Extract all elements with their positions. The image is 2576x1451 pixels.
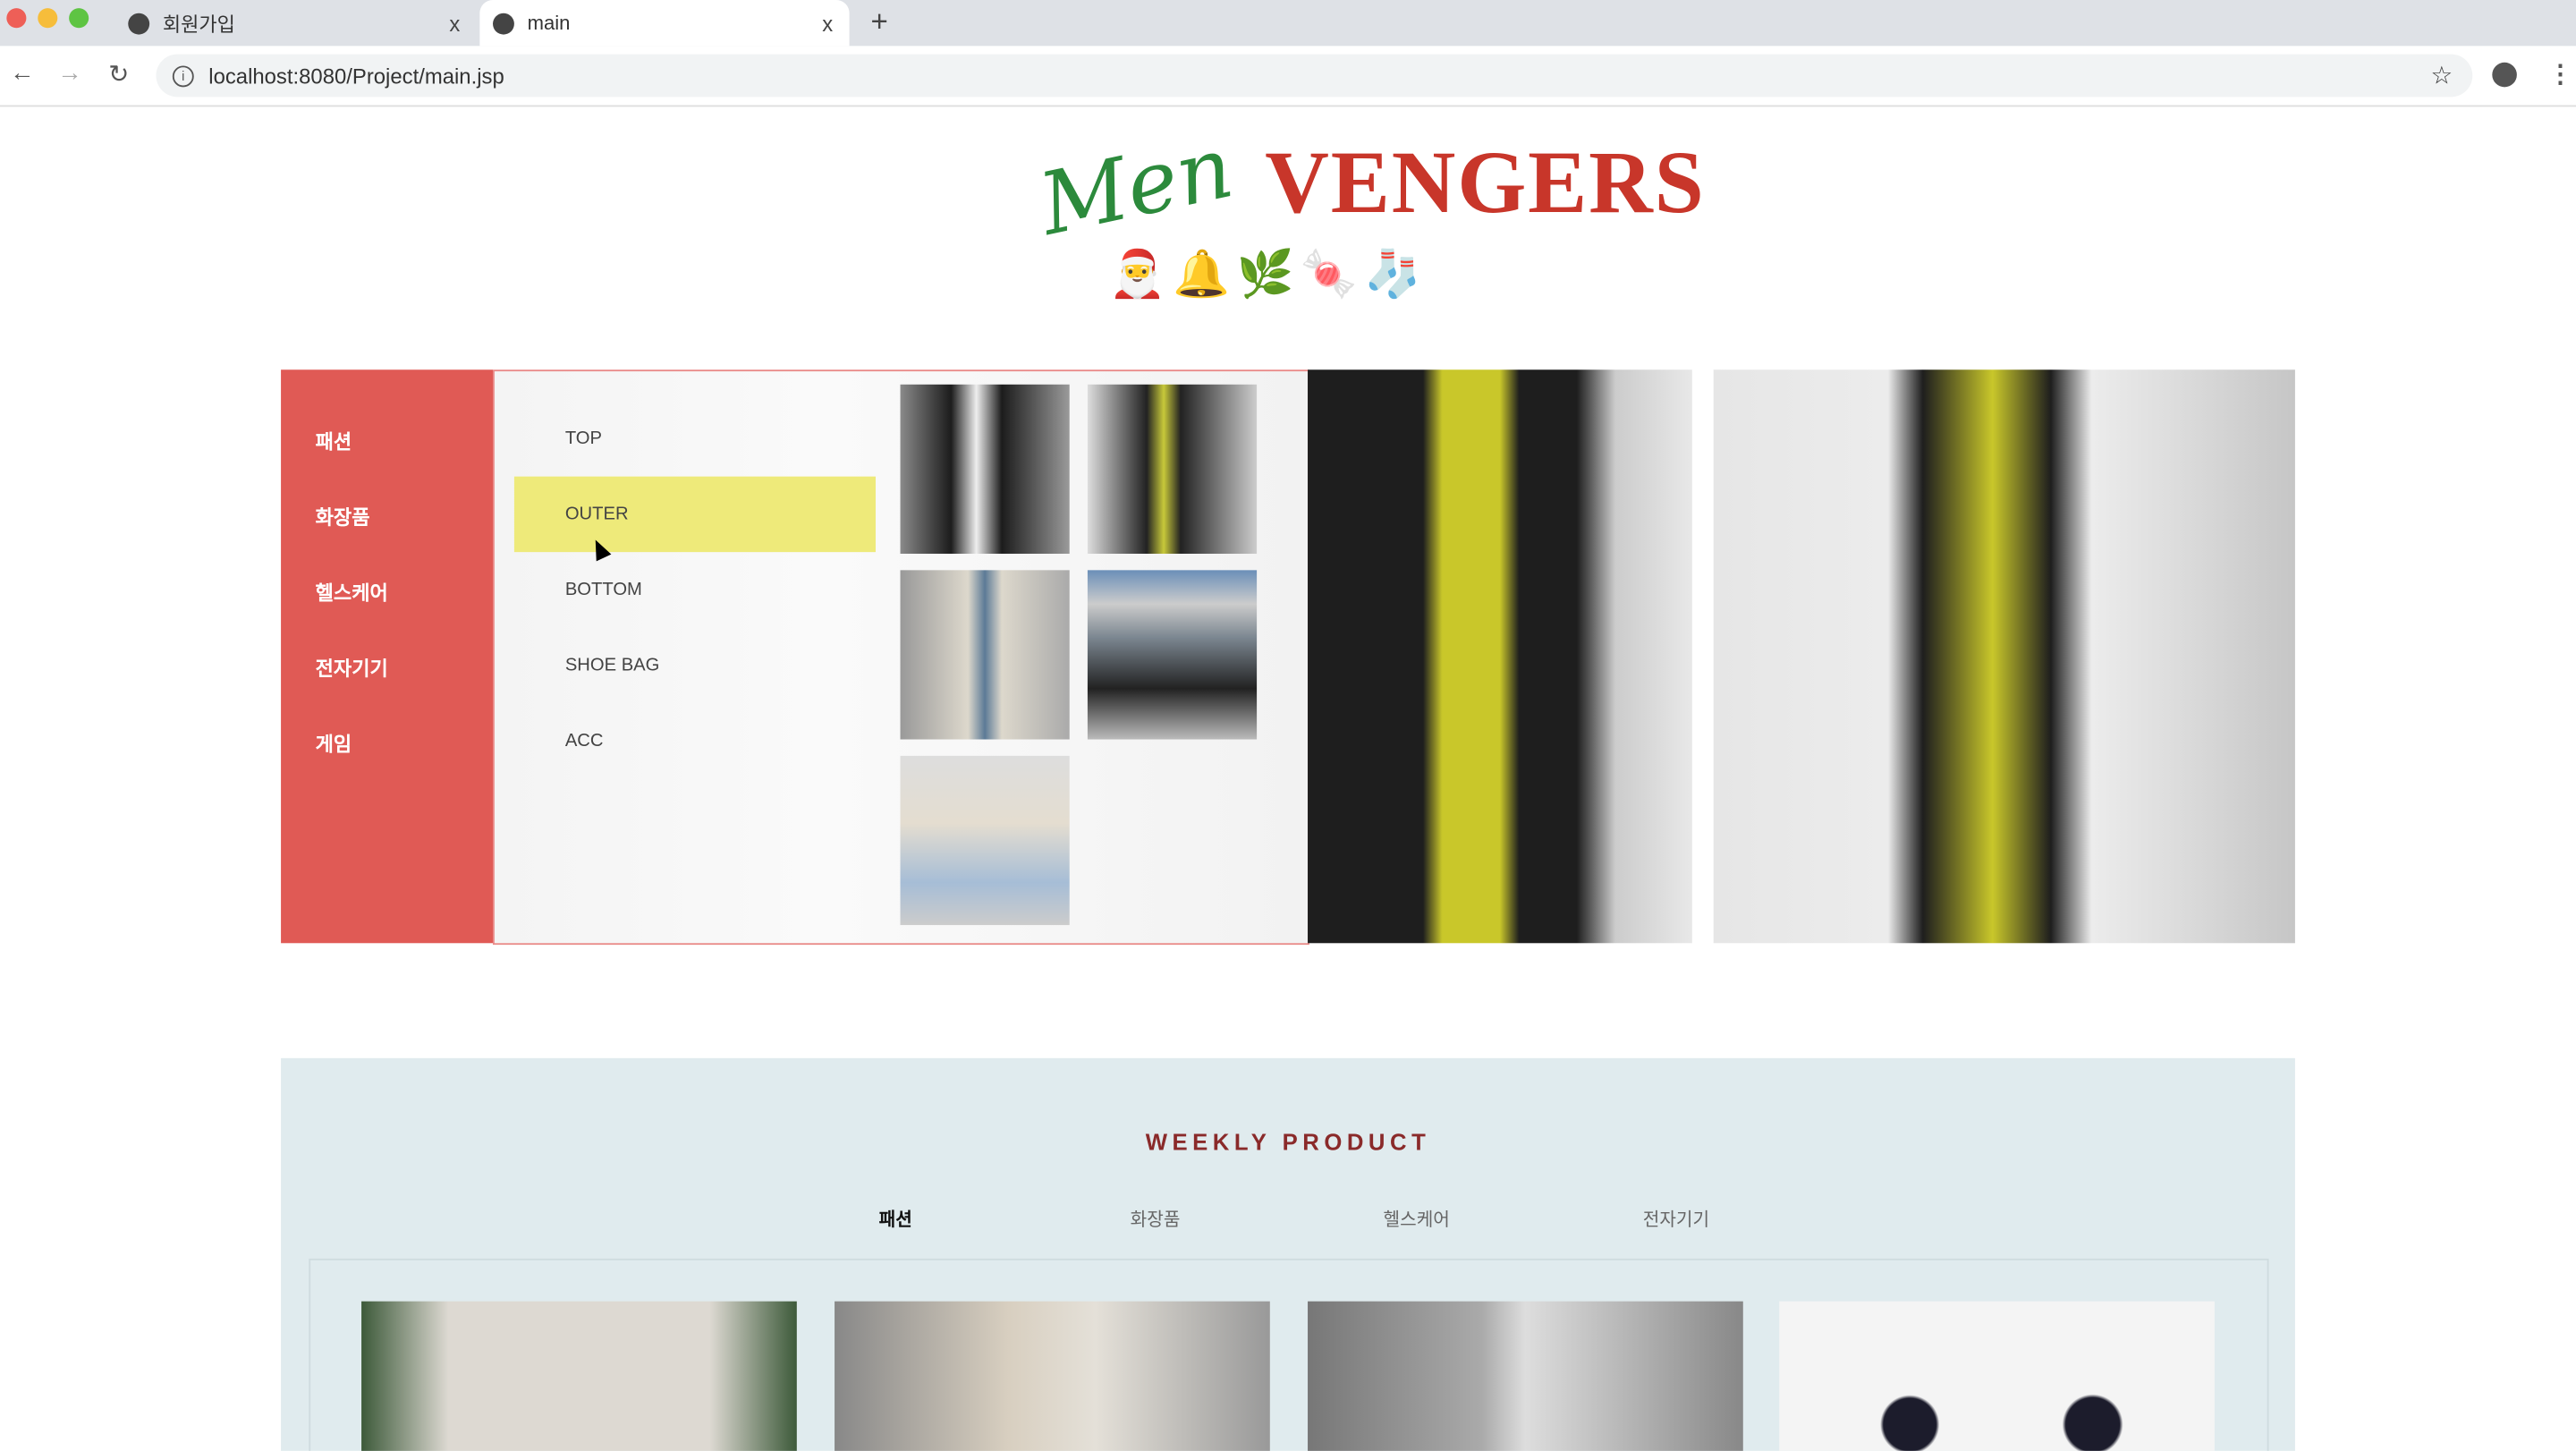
back-icon[interactable]: ← <box>10 59 35 87</box>
url-text: localhost:8080/Project/main.jsp <box>208 63 504 89</box>
maximize-window-button[interactable] <box>69 8 89 29</box>
tab-main[interactable]: main x <box>479 0 850 47</box>
close-tab-icon[interactable]: x <box>449 11 460 36</box>
submenu-shoe-bag[interactable]: SHOE BAG <box>565 656 660 675</box>
outer-thumbnail[interactable] <box>900 755 1070 926</box>
submenu-acc[interactable]: ACC <box>565 731 604 751</box>
new-tab-button[interactable]: + <box>870 5 887 40</box>
banner-image[interactable] <box>1308 369 1692 944</box>
close-tab-icon[interactable]: x <box>822 11 833 36</box>
menu-icon[interactable]: ⋮ <box>2548 59 2573 89</box>
christmas-decoration-icon: 🎅🔔🌿🍬🧦 <box>1108 248 1428 300</box>
address-bar[interactable]: i localhost:8080/Project/main.jsp ☆ <box>156 54 2473 98</box>
product-image[interactable] <box>835 1301 1270 1451</box>
outer-thumbnail[interactable] <box>1087 570 1258 740</box>
outer-thumbnail[interactable] <box>900 570 1070 740</box>
tab-title: 회원가입 <box>162 12 235 36</box>
info-icon[interactable]: i <box>172 64 194 87</box>
product-image[interactable] <box>1308 1301 1743 1451</box>
logo-text-men: Men <box>1031 119 1241 256</box>
category-healthcare[interactable]: 헬스케어 <box>316 579 388 607</box>
tab-title: main <box>527 11 571 35</box>
tab-bar: 회원가입 x main x + <box>0 0 2576 47</box>
outer-thumbnail[interactable] <box>1087 384 1258 554</box>
submenu-top[interactable]: TOP <box>565 429 602 448</box>
toolbar: ← → ↻ i localhost:8080/Project/main.jsp ☆ … <box>0 46 2576 107</box>
submenu-panel: TOP OUTER BOTTOM SHOE BAG ACC <box>493 369 1309 946</box>
weekly-title: WEEKLY PRODUCT <box>1145 1128 1431 1156</box>
reload-icon[interactable]: ↻ <box>108 59 129 89</box>
submenu-bottom[interactable]: BOTTOM <box>565 580 642 599</box>
outer-thumbnail[interactable] <box>900 384 1070 554</box>
weekly-tab-fashion[interactable]: 패션 <box>879 1206 912 1232</box>
category-fashion[interactable]: 패션 <box>316 428 352 455</box>
category-menu: 패션 화장품 헬스케어 전자기기 게임 <box>281 369 494 944</box>
category-games[interactable]: 게임 <box>316 730 352 758</box>
minimize-window-button[interactable] <box>38 8 58 29</box>
weekly-product-section: WEEKLY PRODUCT 패션 화장품 헬스케어 전자기기 <box>281 1057 2295 1451</box>
tab-signup[interactable]: 회원가입 x <box>115 0 477 46</box>
banner-image[interactable] <box>1713 369 2295 944</box>
star-icon[interactable]: ☆ <box>2431 61 2453 90</box>
submenu-outer[interactable]: OUTER <box>565 505 629 524</box>
globe-icon <box>128 12 150 34</box>
category-cosmetics[interactable]: 화장품 <box>316 503 370 530</box>
close-window-button[interactable] <box>6 8 27 29</box>
weekly-tab-cosmetics[interactable]: 화장품 <box>1131 1206 1181 1232</box>
weekly-tab-healthcare[interactable]: 헬스케어 <box>1384 1206 1450 1232</box>
forward-icon[interactable]: → <box>57 59 82 87</box>
site-logo[interactable]: Men VENGERS 🎅🔔🌿🍬🧦 <box>1027 106 1704 312</box>
product-image[interactable] <box>1779 1301 2215 1451</box>
globe-icon <box>493 12 514 34</box>
weekly-tab-electronics[interactable]: 전자기기 <box>1643 1206 1709 1232</box>
product-image[interactable] <box>361 1301 797 1451</box>
category-electronics[interactable]: 전자기기 <box>316 654 388 682</box>
account-icon[interactable] <box>2492 62 2517 88</box>
logo-text-vengers: VENGERS <box>1265 132 1706 232</box>
